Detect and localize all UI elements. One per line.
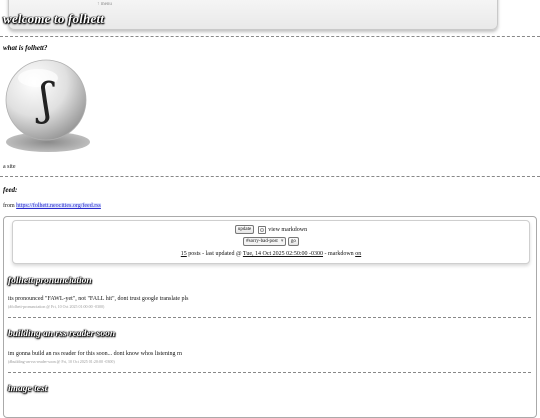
post-body: its pronounced "FAWL-yet", not "FALL hit…	[8, 296, 189, 302]
post-select-value: #sorry-bad-post	[246, 239, 278, 244]
divider	[0, 176, 540, 177]
from-label: from	[3, 203, 15, 209]
logo-caption: a site	[3, 164, 16, 170]
post-title: image test	[8, 384, 48, 394]
post-title: building an rss reader soon	[8, 329, 116, 339]
feed-source: from https://folhett.neocities.org/feed.…	[3, 203, 101, 209]
post-body: im gonna build an rss reader for this so…	[8, 351, 182, 357]
divider	[8, 372, 531, 373]
feed-reader: update view markdown #sorry-bad-post ▾ go…	[3, 216, 537, 418]
feed-url-link[interactable]: https://folhett.neocities.org/feed.rss	[16, 203, 101, 209]
view-markdown-checkbox[interactable]	[257, 225, 266, 234]
post-count[interactable]: 15	[181, 251, 187, 257]
site-title: welcome to folhett	[3, 11, 105, 26]
controls-row: update view markdown	[13, 225, 529, 234]
about-heading: what is folhett?	[3, 44, 48, 52]
chevron-down-icon: ▾	[280, 239, 284, 244]
go-button[interactable]: go	[287, 237, 299, 246]
post-meta[interactable]: (#folhett-pronunciation @ Fri, 10 Oct 20…	[8, 304, 104, 309]
folhett-logo-icon: ʃ	[5, 59, 90, 152]
post-select[interactable]: #sorry-bad-post ▾	[243, 237, 287, 246]
divider	[0, 36, 540, 37]
posts-label: posts - last updated @	[188, 251, 242, 257]
feed-status: 15 posts - last updated @ Tue, 14 Oct 20…	[13, 251, 529, 257]
feed-controls: update view markdown #sorry-bad-post ▾ go…	[12, 220, 530, 264]
post-meta[interactable]: (#building-an-rss-reader-soon @ Fri, 10 …	[8, 359, 115, 364]
feed-heading: feed:	[3, 186, 18, 194]
view-markdown-label: view markdown	[268, 226, 308, 233]
post-title: folhett pronunciation	[8, 276, 92, 286]
update-button[interactable]: update	[234, 225, 255, 234]
controls-row: #sorry-bad-post ▾ go	[13, 237, 529, 246]
divider	[8, 317, 531, 318]
menu-link[interactable]: ↑ menu	[97, 2, 112, 7]
markdown-label: - markdown	[324, 251, 354, 257]
markdown-toggle[interactable]: on	[355, 251, 361, 257]
last-updated[interactable]: Tue, 14 Oct 2025 02:50:00 -0300	[243, 251, 323, 257]
